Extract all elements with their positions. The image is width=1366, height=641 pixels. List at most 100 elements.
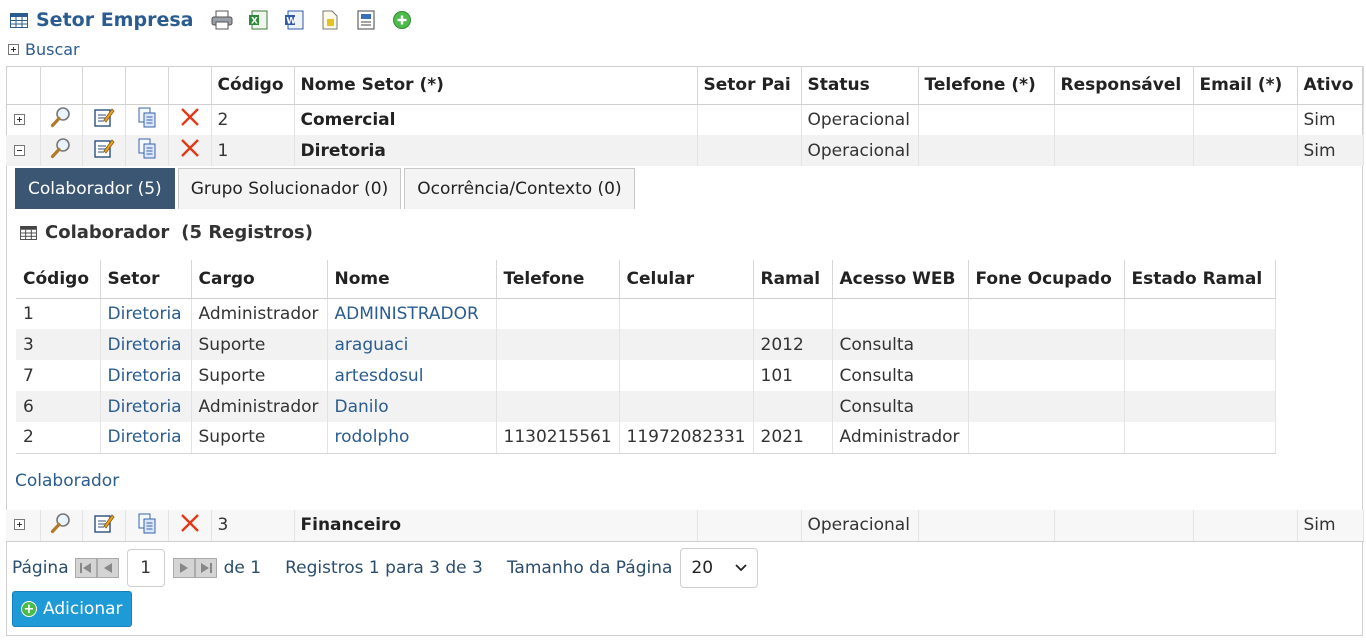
view-cell[interactable] bbox=[40, 510, 83, 542]
cell-nome-link[interactable]: Danilo bbox=[327, 391, 497, 422]
column-header-telefone[interactable]: Telefone bbox=[496, 260, 620, 299]
cell-celular: 11972082331 bbox=[619, 422, 754, 454]
cell-status: Operacional bbox=[801, 135, 919, 166]
view-cell[interactable] bbox=[40, 135, 83, 166]
copy-icon[interactable] bbox=[136, 107, 158, 133]
cell-setor-link[interactable]: Diretoria bbox=[100, 298, 192, 329]
cell-nome-link[interactable]: rodolpho bbox=[327, 422, 497, 454]
cell-nome-link[interactable]: artesdosul bbox=[327, 360, 497, 391]
tab-grupo-solucionador[interactable]: Grupo Solucionador (0) bbox=[177, 168, 402, 209]
column-header-ativo[interactable]: Ativo bbox=[1297, 66, 1364, 105]
first-page-icon[interactable] bbox=[74, 558, 97, 578]
pdf-export-icon[interactable] bbox=[319, 9, 341, 31]
edit-cell[interactable] bbox=[82, 510, 126, 542]
expand-icon[interactable] bbox=[14, 519, 26, 531]
column-header-setor[interactable]: Setor bbox=[100, 260, 192, 299]
cell-estado-ramal bbox=[1124, 298, 1276, 329]
page-total-label: de 1 bbox=[223, 558, 262, 578]
copy-cell[interactable] bbox=[125, 104, 169, 135]
delete-icon[interactable] bbox=[179, 108, 201, 133]
last-page-icon[interactable] bbox=[194, 558, 217, 578]
magnifier-icon[interactable] bbox=[50, 512, 72, 539]
collapse-icon[interactable] bbox=[14, 144, 26, 156]
copy-cell[interactable] bbox=[125, 510, 169, 542]
column-header-codigo[interactable]: Código bbox=[211, 66, 295, 105]
column-header-fone-ocupado[interactable]: Fone Ocupado bbox=[968, 260, 1125, 299]
column-header-acesso-web[interactable]: Acesso WEB bbox=[832, 260, 969, 299]
edit-icon[interactable] bbox=[93, 139, 115, 164]
cell-celular bbox=[619, 391, 754, 422]
add-icon[interactable] bbox=[391, 9, 413, 31]
add-button[interactable]: + Adicionar bbox=[12, 591, 132, 627]
next-page-icon[interactable] bbox=[172, 558, 195, 578]
page-number-input[interactable] bbox=[126, 549, 165, 587]
edit-cell[interactable] bbox=[82, 135, 126, 166]
column-header-ramal[interactable]: Ramal bbox=[753, 260, 833, 299]
delete-cell[interactable] bbox=[168, 135, 212, 166]
cell-nome-link[interactable]: ADMINISTRADOR bbox=[327, 298, 497, 329]
column-header-nome-setor[interactable]: Nome Setor (*) bbox=[294, 66, 698, 105]
word-export-icon[interactable]: W bbox=[283, 9, 305, 31]
cell-celular bbox=[619, 329, 754, 360]
delete-icon[interactable] bbox=[179, 139, 201, 164]
tab-ocorrencia-contexto[interactable]: Ocorrência/Contexto (0) bbox=[404, 168, 635, 209]
tab-colaborador[interactable]: Colaborador (5) bbox=[15, 168, 175, 209]
print-icon[interactable] bbox=[211, 9, 233, 31]
cell-email bbox=[1193, 104, 1298, 135]
page-size-select[interactable]: 20 bbox=[680, 548, 759, 588]
cell-setor-link[interactable]: Diretoria bbox=[100, 329, 192, 360]
copy-icon[interactable] bbox=[136, 513, 158, 539]
copy-icon[interactable] bbox=[136, 138, 158, 164]
magnifier-icon[interactable] bbox=[50, 107, 72, 133]
column-header-cargo[interactable]: Cargo bbox=[191, 260, 328, 299]
page-label: Página bbox=[12, 558, 69, 578]
column-header-celular[interactable]: Celular bbox=[619, 260, 754, 299]
expand-icon bbox=[8, 44, 19, 55]
row-collapse-cell[interactable] bbox=[6, 135, 41, 166]
report-icon[interactable] bbox=[355, 9, 377, 31]
detail-record-count: (5 Registros) bbox=[181, 222, 313, 243]
view-cell[interactable] bbox=[40, 104, 83, 135]
row-expand-cell[interactable] bbox=[6, 104, 41, 135]
cell-fone-ocupado bbox=[968, 422, 1125, 454]
delete-icon[interactable] bbox=[179, 513, 201, 539]
delete-cell[interactable] bbox=[168, 510, 212, 542]
cell-setor-link[interactable]: Diretoria bbox=[100, 360, 192, 391]
cell-status: Operacional bbox=[801, 104, 919, 135]
cell-acesso-web: Consulta bbox=[832, 329, 969, 360]
cell-cargo: Administrador bbox=[191, 391, 328, 422]
column-header-nome[interactable]: Nome bbox=[327, 260, 497, 299]
column-header-setor-pai[interactable]: Setor Pai bbox=[697, 66, 802, 105]
table-row: 3 Financeiro Operacional Sim bbox=[6, 510, 1364, 542]
excel-export-icon[interactable]: X bbox=[247, 9, 269, 31]
copy-cell[interactable] bbox=[125, 135, 169, 166]
table-header-row: Código Nome Setor (*) Setor Pai Status T… bbox=[6, 66, 1364, 105]
cell-telefone bbox=[496, 298, 620, 329]
cell-setor-link[interactable]: Diretoria bbox=[100, 391, 192, 422]
cell-ramal bbox=[753, 298, 833, 329]
column-header-codigo[interactable]: Código bbox=[16, 260, 101, 299]
edit-cell[interactable] bbox=[82, 104, 126, 135]
page-size-label: Tamanho da Página bbox=[506, 558, 673, 578]
edit-icon[interactable] bbox=[93, 108, 115, 133]
column-header-email[interactable]: Email (*) bbox=[1193, 66, 1298, 105]
colaborador-link[interactable]: Colaborador bbox=[15, 471, 119, 491]
cell-estado-ramal bbox=[1124, 422, 1276, 454]
cell-setor-link[interactable]: Diretoria bbox=[100, 422, 192, 454]
expand-icon[interactable] bbox=[14, 113, 26, 125]
column-header-status[interactable]: Status bbox=[801, 66, 919, 105]
magnifier-icon[interactable] bbox=[50, 138, 72, 164]
column-header-estado-ramal[interactable]: Estado Ramal bbox=[1124, 260, 1276, 299]
prev-page-icon[interactable] bbox=[96, 558, 119, 578]
grid-icon bbox=[10, 12, 28, 28]
column-header-responsavel[interactable]: Responsável bbox=[1054, 66, 1194, 105]
svg-text:W: W bbox=[287, 17, 297, 27]
edit-icon[interactable] bbox=[93, 514, 115, 539]
cell-nome-link[interactable]: araguaci bbox=[327, 329, 497, 360]
colaborador-table: Código Setor Cargo Nome Telefone Celular… bbox=[16, 260, 1276, 454]
row-expand-cell[interactable] bbox=[6, 510, 41, 542]
sector-table: Código Nome Setor (*) Setor Pai Status T… bbox=[6, 66, 1364, 166]
column-header-telefone[interactable]: Telefone (*) bbox=[918, 66, 1055, 105]
search-toggle[interactable]: Buscar bbox=[8, 40, 80, 59]
delete-cell[interactable] bbox=[168, 104, 212, 135]
